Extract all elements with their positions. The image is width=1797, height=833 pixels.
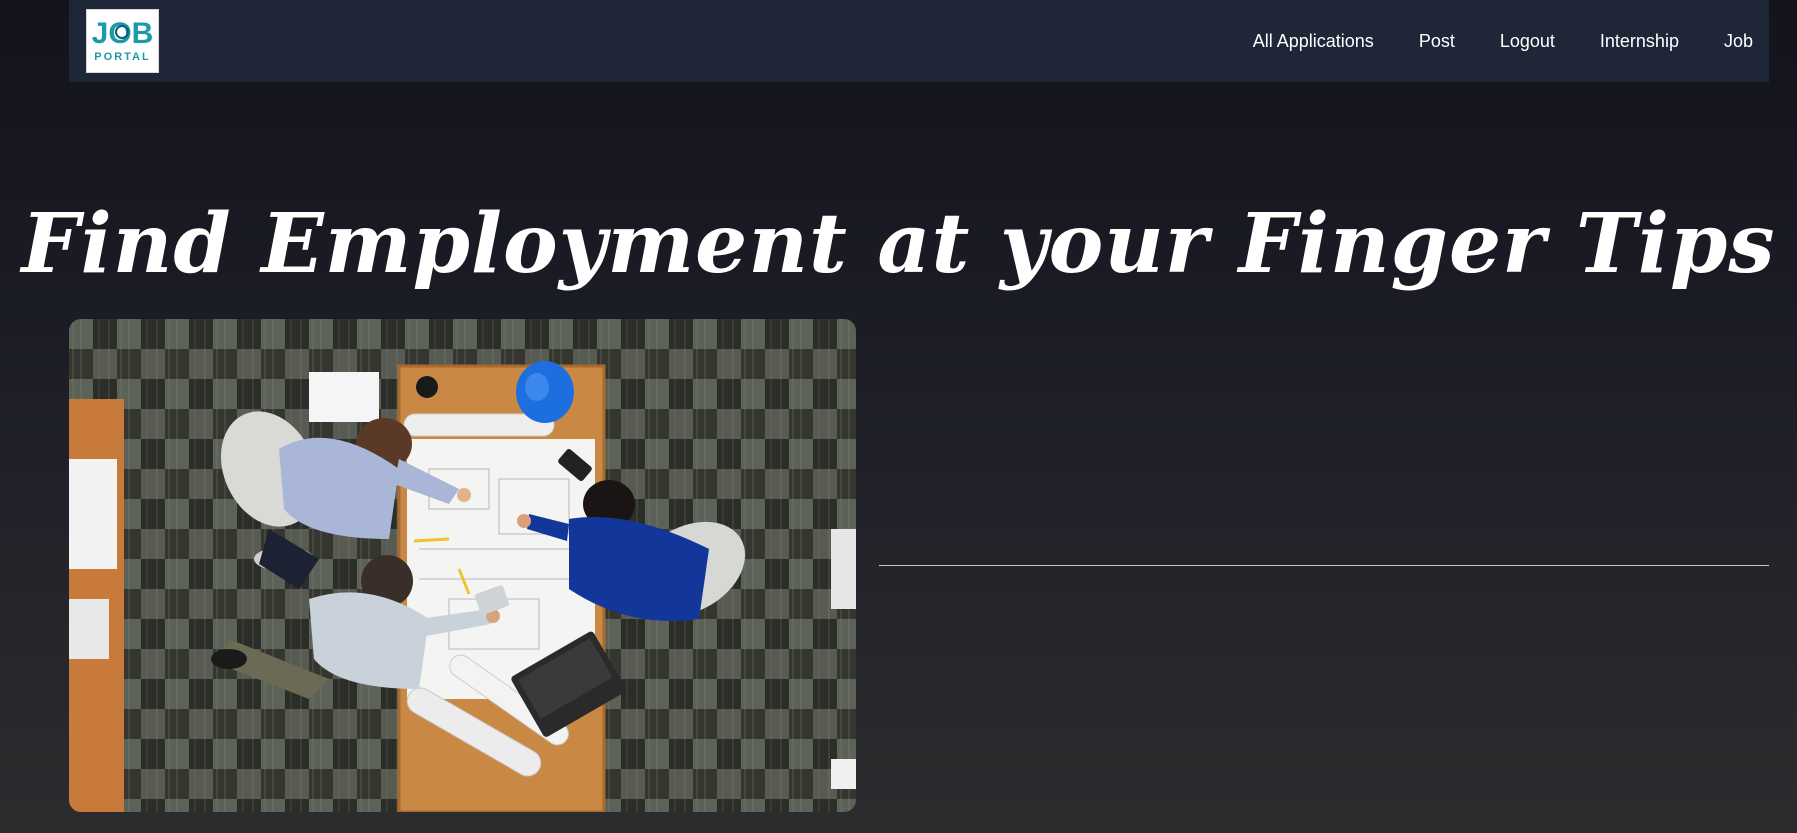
- nav-logout[interactable]: Logout: [1500, 31, 1555, 52]
- logo-text-job: JOB: [92, 17, 154, 50]
- nav-job[interactable]: Job: [1724, 31, 1753, 52]
- hero-image: [69, 319, 856, 812]
- top-navbar: JOB PORTAL All Applications Post Logout …: [69, 0, 1769, 82]
- logo-text-portal: PORTAL: [94, 51, 150, 63]
- section-divider: [879, 565, 1769, 566]
- job-portal-logo[interactable]: JOB PORTAL: [86, 9, 159, 73]
- hero-title: Find Employment at your Finger Tips: [21, 195, 1776, 292]
- nav-all-applications[interactable]: All Applications: [1253, 31, 1374, 52]
- office-meeting-photo: [69, 319, 856, 812]
- nav-post[interactable]: Post: [1419, 31, 1455, 52]
- nav-links: All Applications Post Logout Internship …: [1208, 0, 1753, 82]
- nav-internship[interactable]: Internship: [1600, 31, 1679, 52]
